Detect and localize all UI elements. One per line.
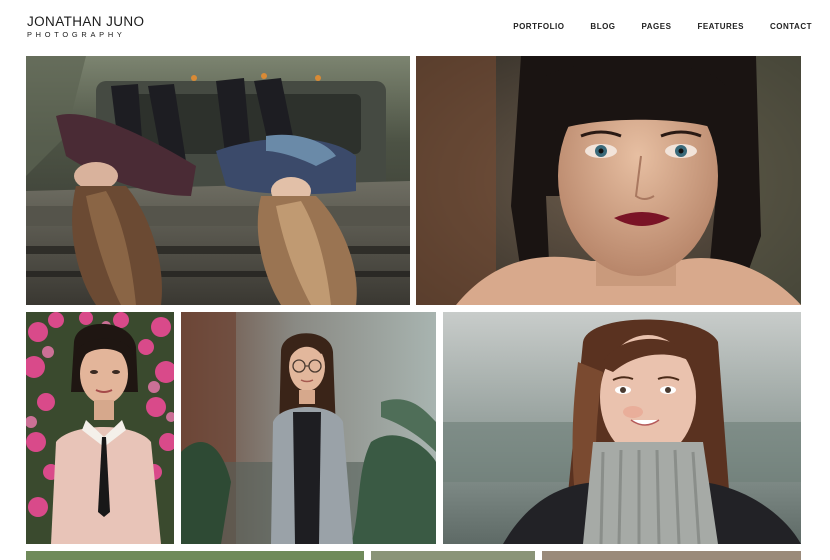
photo-woman-red-lips[interactable] [416,56,801,305]
nav-contact[interactable]: CONTACT [770,22,812,31]
site-header: JONATHAN JUNO PHOTOGRAPHY PORTFOLIO BLOG… [0,0,830,56]
nav-blog[interactable]: BLOG [590,22,615,31]
logo-subtitle: PHOTOGRAPHY [27,30,126,39]
nav-pages[interactable]: PAGES [642,22,672,31]
nav-portfolio[interactable]: PORTFOLIO [513,22,564,31]
photo-woman-grey-turtleneck[interactable] [443,312,801,544]
photo-woman-glasses-cardigan[interactable] [181,312,436,544]
photo-woman-pink-flowers-image [26,312,174,544]
photo-woman-pink-flowers[interactable] [26,312,174,544]
photo-two-women-truck-image [26,56,410,305]
photo-next-row-1[interactable] [26,551,364,560]
main-nav: PORTFOLIO BLOG PAGES FEATURES CONTACT [487,22,812,31]
nav-features[interactable]: FEATURES [697,22,744,31]
photo-next-row-2[interactable] [371,551,535,560]
photo-two-women-truck[interactable] [26,56,410,305]
photo-woman-glasses-cardigan-image [181,312,436,544]
photo-woman-red-lips-image [416,56,801,305]
logo-title: JONATHAN JUNO [27,14,145,29]
photo-woman-grey-turtleneck-image [443,312,801,544]
photo-next-row-3[interactable] [542,551,801,560]
site-logo[interactable]: JONATHAN JUNO PHOTOGRAPHY [27,14,144,40]
